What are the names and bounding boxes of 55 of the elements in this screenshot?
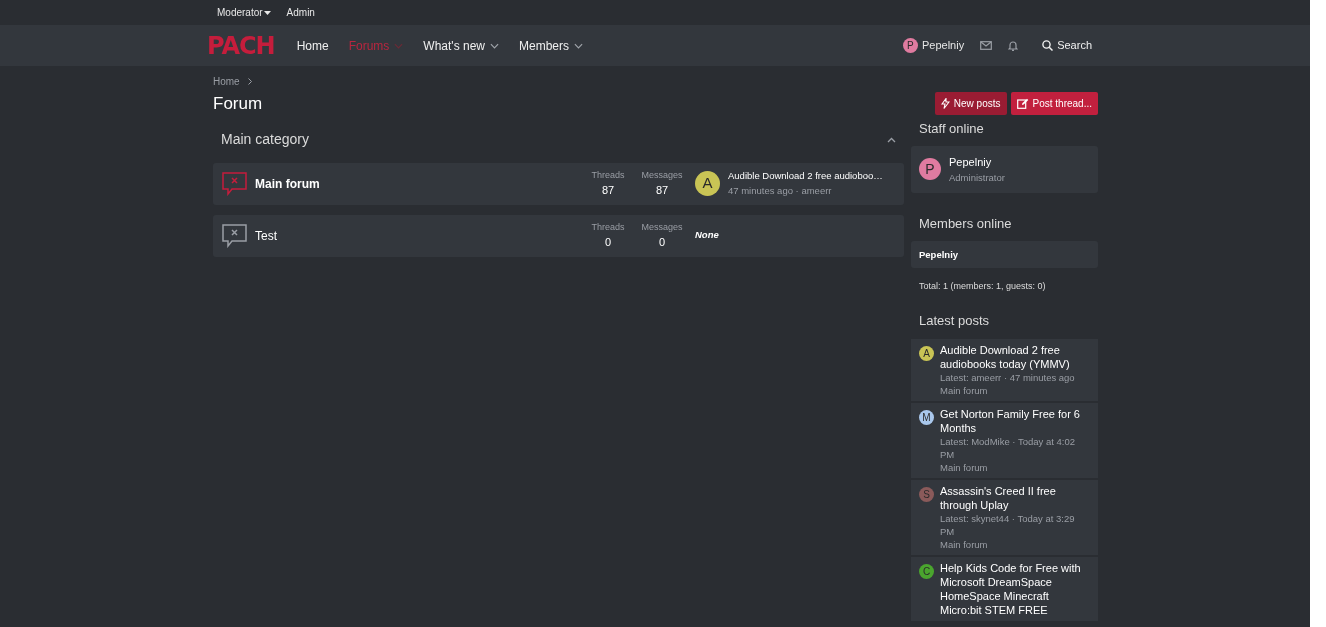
post-meta: Latest: ModMike · Today at 4:02 PM [940, 434, 1076, 461]
post-meta: Latest: ameerr · 47 minutes ago [940, 370, 1076, 384]
section-title: Members online [919, 214, 1013, 233]
post-title[interactable]: Assassin's Creed II free through Uplay [940, 483, 1090, 512]
online-total: Total: 1 (members: 1, guests: 0) [919, 279, 1047, 293]
new-posts-button[interactable]: New posts [934, 92, 1007, 116]
nav-tab[interactable]: What's new [423, 36, 499, 55]
stat-value: 0 [603, 235, 613, 250]
top-link[interactable]: Moderator [217, 5, 271, 20]
section-title: Staff online [919, 119, 985, 138]
breadcrumb-link[interactable]: Home [213, 74, 240, 89]
nav-tab[interactable]: Members [519, 36, 584, 55]
member-link[interactable]: Pepelniy [919, 249, 959, 261]
top-link[interactable]: Admin [286, 5, 315, 20]
stat-value: 0 [657, 235, 667, 250]
last-post-meta: 47 minutes ago · ameerr [728, 183, 833, 198]
lightning-icon [940, 98, 950, 110]
avatar[interactable]: P [902, 38, 918, 53]
section-title: Latest posts [919, 312, 991, 331]
post-title[interactable]: Get Norton Family Free for 6 Months [940, 406, 1090, 435]
member-role: Administrator [949, 170, 1005, 185]
mail-icon[interactable] [980, 41, 993, 50]
post-title[interactable]: Audible Download 2 free audiobooks today (YMMV) [940, 342, 1090, 371]
chevron-icon [247, 78, 252, 85]
stat-value: 87 [600, 183, 616, 198]
avatar[interactable]: P [919, 158, 941, 181]
forum-link[interactable]: Main forum [940, 383, 1090, 397]
member-name[interactable]: Pepelniy [949, 154, 1005, 171]
none-text: None [695, 228, 719, 243]
stat-value: 87 [654, 183, 670, 198]
forum-title[interactable]: Test [255, 226, 277, 245]
user-name[interactable]: Pepelniy [921, 37, 965, 54]
stat-label: Threads [590, 220, 626, 234]
collapse-icon[interactable] [887, 136, 896, 143]
forum-link[interactable]: Main forum [940, 537, 1090, 551]
stat-label: Messages [640, 220, 684, 234]
last-post-title[interactable]: Audible Download 2 free audioboo… [728, 169, 883, 184]
avatar[interactable]: A [695, 171, 720, 196]
forum-title[interactable]: Main forum [255, 174, 320, 193]
bell-icon[interactable] [1008, 40, 1019, 51]
page-title: Forum [213, 93, 263, 115]
edit-icon [1016, 98, 1029, 110]
stat-label: Messages [640, 168, 684, 182]
avatar[interactable]: A [919, 345, 934, 361]
stat-label: Threads [590, 168, 626, 182]
forum-link[interactable]: Main forum [940, 460, 1090, 474]
avatar[interactable]: C [919, 563, 934, 579]
search-icon [1042, 40, 1054, 51]
post-title[interactable]: Help Kids Code for Free with Microsoft DreamSpace HomeSpace Minecraft Micro:bit STEM FREE [940, 560, 1090, 617]
search-button[interactable]: Search [1042, 37, 1092, 54]
post-thread-button[interactable]: Post thread... [1010, 92, 1098, 116]
post-meta: Latest: skynet44 · Today at 3:29 PM [940, 511, 1076, 538]
category-title[interactable]: Main category [221, 129, 309, 150]
nav-tab[interactable]: Home [296, 36, 329, 55]
avatar[interactable]: M [919, 409, 934, 425]
